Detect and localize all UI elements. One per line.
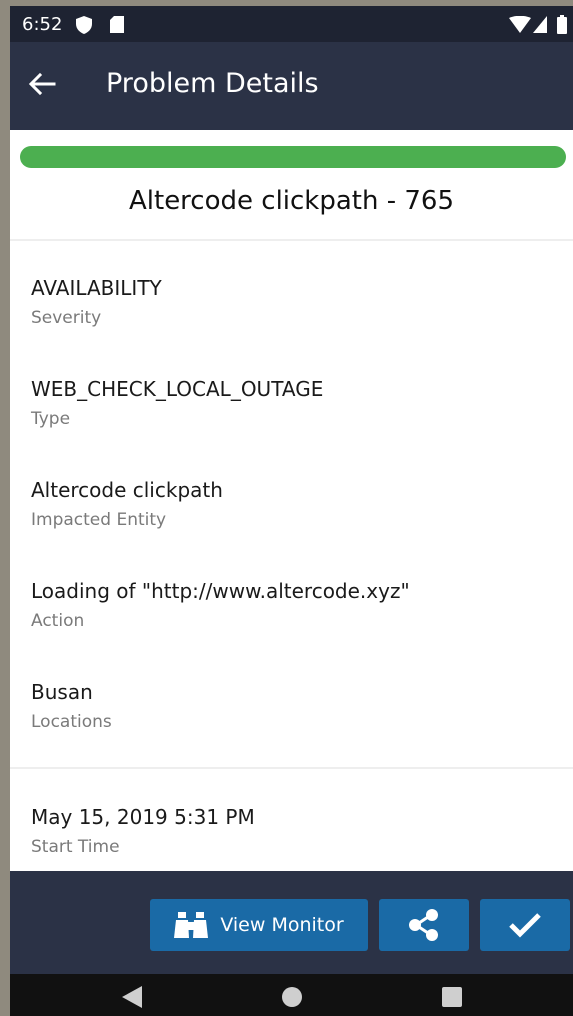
field-type: WEB_CHECK_LOCAL_OUTAGE Type (31, 376, 561, 430)
shield-icon (76, 16, 92, 34)
field-locations: Busan Locations (31, 679, 561, 733)
start-time-value: May 15, 2019 5:31 PM (31, 805, 255, 829)
arrow-left-icon[interactable] (26, 68, 58, 100)
share-button[interactable] (379, 899, 469, 951)
field-severity: AVAILABILITY Severity (31, 275, 561, 329)
impacted-entity-label: Impacted Entity (31, 510, 167, 530)
page-title: Problem Details (106, 68, 319, 99)
nav-recent-icon[interactable] (442, 987, 462, 1007)
progress-bar (20, 146, 566, 168)
type-label: Type (31, 409, 71, 429)
nav-home-icon[interactable] (281, 986, 303, 1008)
problem-title: Altercode clickpath - 765 (128, 186, 455, 216)
share-icon (409, 909, 438, 941)
divider (10, 767, 573, 769)
status-time: 6:52 (22, 14, 63, 35)
acknowledge-button[interactable] (480, 899, 570, 951)
system-nav-bar (10, 974, 573, 1016)
severity-label: Severity (31, 308, 102, 328)
battery-icon (557, 15, 567, 34)
start-time-label: Start Time (31, 837, 120, 857)
phone-screen: 6:52 Problem Details Altercode clickpath… (10, 6, 573, 1016)
action-value: Loading of "http://www.altercode.xyz" (31, 579, 410, 603)
field-action: Loading of "http://www.altercode.xyz" Ac… (31, 578, 561, 632)
binoculars-icon (174, 912, 209, 938)
wifi-icon (509, 16, 531, 33)
impacted-entity-value: Altercode clickpath (31, 478, 223, 502)
nav-back-icon[interactable] (122, 986, 142, 1008)
divider (10, 239, 573, 241)
severity-value: AVAILABILITY (31, 276, 162, 300)
sd-card-icon (110, 16, 124, 33)
locations-value: Busan (31, 680, 93, 704)
view-monitor-button[interactable]: View Monitor (150, 899, 368, 951)
field-impacted-entity: Altercode clickpath Impacted Entity (31, 477, 561, 531)
field-start-time: May 15, 2019 5:31 PM Start Time (31, 804, 561, 858)
status-bar: 6:52 (10, 6, 573, 42)
locations-label: Locations (31, 712, 112, 732)
app-bar: Problem Details (10, 42, 573, 130)
checkmark-icon (509, 913, 541, 938)
action-label: Action (31, 611, 85, 631)
action-bar: View Monitor (10, 871, 573, 974)
signal-icon (533, 16, 547, 33)
type-value: WEB_CHECK_LOCAL_OUTAGE (31, 377, 324, 401)
view-monitor-label: View Monitor (220, 914, 344, 936)
